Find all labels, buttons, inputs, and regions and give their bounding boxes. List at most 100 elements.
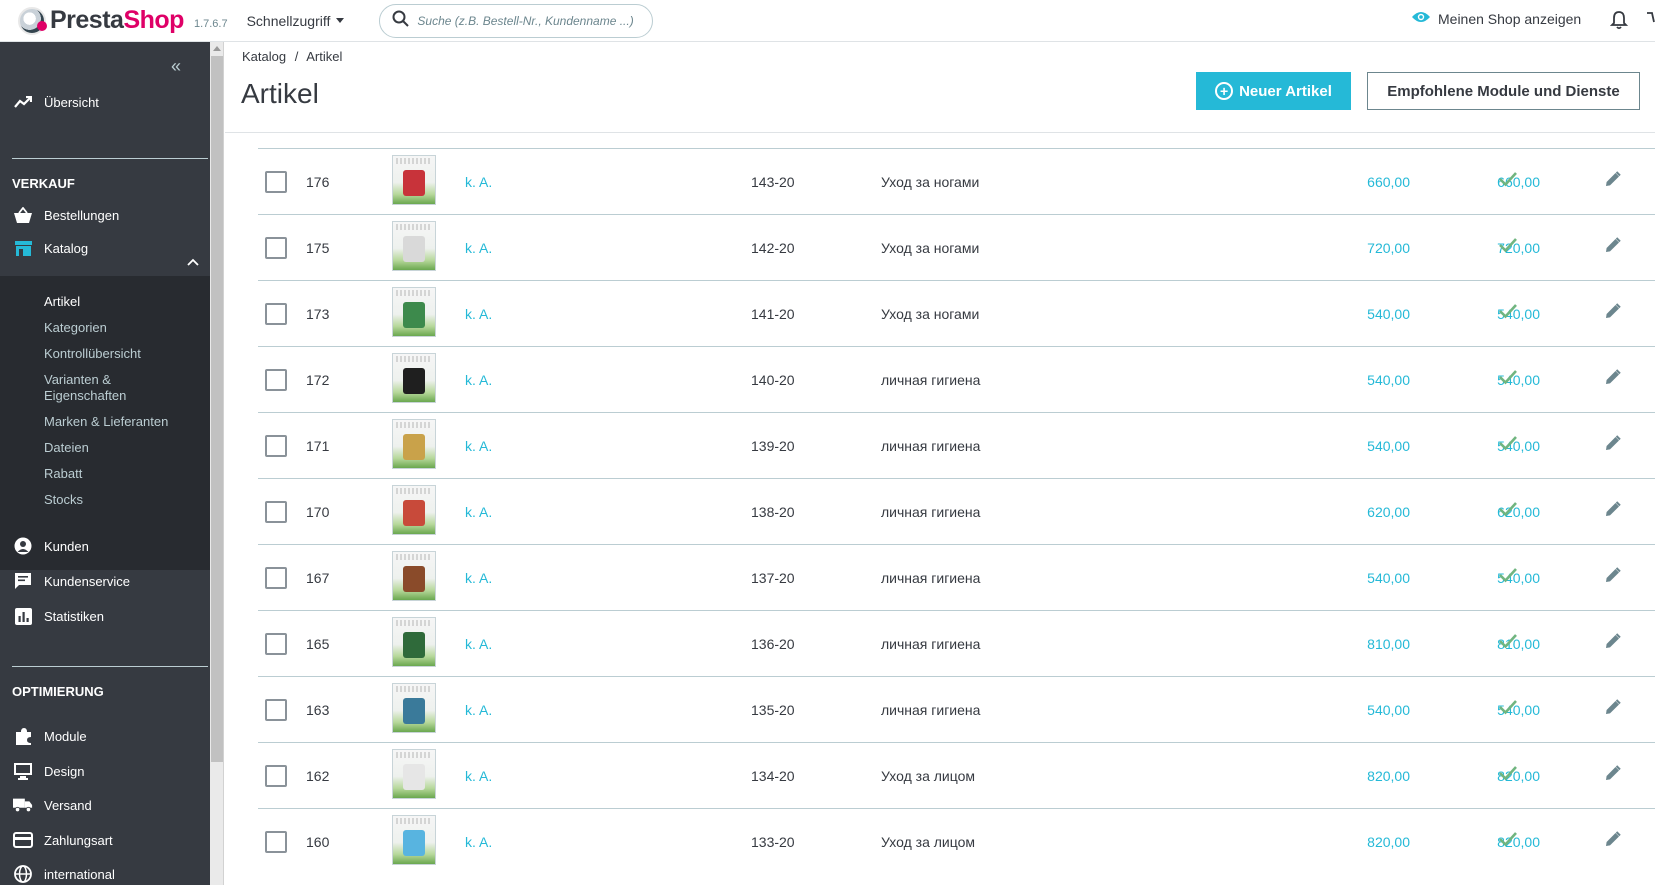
product-price-tax[interactable]: 540,00 bbox=[1450, 702, 1540, 718]
pencil-icon[interactable] bbox=[1604, 699, 1621, 721]
product-price[interactable]: 540,00 bbox=[1320, 372, 1410, 388]
product-name-link[interactable]: k. A. bbox=[465, 174, 492, 190]
submenu-item-attributes[interactable]: Varianten & bbox=[44, 372, 111, 388]
product-price-tax[interactable]: 540,00 bbox=[1450, 306, 1540, 322]
product-price[interactable]: 540,00 bbox=[1320, 570, 1410, 586]
product-name-link[interactable]: k. A. bbox=[465, 768, 492, 784]
submenu-item-stocks[interactable]: Stocks bbox=[44, 492, 83, 508]
pencil-icon[interactable] bbox=[1604, 633, 1621, 655]
product-price[interactable]: 820,00 bbox=[1320, 834, 1410, 850]
prestashop-logo[interactable]: PrestaShop bbox=[18, 6, 184, 35]
product-thumbnail[interactable] bbox=[392, 683, 436, 733]
product-price[interactable]: 720,00 bbox=[1320, 240, 1410, 256]
pencil-icon[interactable] bbox=[1604, 831, 1621, 853]
sidebar-item-international[interactable]: international bbox=[0, 862, 210, 885]
product-name-link[interactable]: k. A. bbox=[465, 306, 492, 322]
check-icon[interactable] bbox=[1498, 633, 1518, 654]
check-icon[interactable] bbox=[1498, 699, 1518, 720]
product-name-link[interactable]: k. A. bbox=[465, 636, 492, 652]
product-thumbnail[interactable] bbox=[392, 353, 436, 403]
pencil-icon[interactable] bbox=[1604, 501, 1621, 523]
row-checkbox[interactable] bbox=[265, 303, 287, 325]
table-row[interactable]: 171 k. A. 139-20 личная гигиена 540,00 5… bbox=[258, 412, 1655, 478]
check-icon[interactable] bbox=[1498, 369, 1518, 390]
product-thumbnail[interactable] bbox=[392, 419, 436, 469]
product-name-link[interactable]: k. A. bbox=[465, 834, 492, 850]
product-name-link[interactable]: k. A. bbox=[465, 438, 492, 454]
table-row[interactable]: 167 k. A. 137-20 личная гигиена 540,00 5… bbox=[258, 544, 1655, 610]
table-row[interactable]: 165 k. A. 136-20 личная гигиена 810,00 8… bbox=[258, 610, 1655, 676]
search-input[interactable] bbox=[417, 13, 643, 28]
check-icon[interactable] bbox=[1498, 303, 1518, 324]
recommended-modules-button[interactable]: Empfohlene Module und Dienste bbox=[1367, 72, 1640, 110]
pencil-icon[interactable] bbox=[1604, 171, 1621, 193]
row-checkbox[interactable] bbox=[265, 435, 287, 457]
table-row[interactable]: 162 k. A. 134-20 Уход за лицом 820,00 82… bbox=[258, 742, 1655, 808]
product-price-tax[interactable]: 620,00 bbox=[1450, 504, 1540, 520]
row-checkbox[interactable] bbox=[265, 567, 287, 589]
sidebar-item-customers[interactable]: Kunden bbox=[0, 534, 210, 558]
pencil-icon[interactable] bbox=[1604, 303, 1621, 325]
table-row[interactable]: 172 k. A. 140-20 личная гигиена 540,00 5… bbox=[258, 346, 1655, 412]
submenu-item-discounts[interactable]: Rabatt bbox=[44, 466, 82, 482]
row-checkbox[interactable] bbox=[265, 765, 287, 787]
product-price-tax[interactable]: 540,00 bbox=[1450, 372, 1540, 388]
sidebar-item-modules[interactable]: Module bbox=[0, 724, 210, 748]
collapse-sidebar-icon[interactable]: « bbox=[171, 56, 181, 77]
product-name-link[interactable]: k. A. bbox=[465, 570, 492, 586]
product-price[interactable]: 540,00 bbox=[1320, 438, 1410, 454]
product-price-tax[interactable]: 540,00 bbox=[1450, 570, 1540, 586]
product-price[interactable]: 540,00 bbox=[1320, 702, 1410, 718]
pencil-icon[interactable] bbox=[1604, 435, 1621, 457]
product-price-tax[interactable]: 720,00 bbox=[1450, 240, 1540, 256]
check-icon[interactable] bbox=[1498, 831, 1518, 852]
row-checkbox[interactable] bbox=[265, 171, 287, 193]
row-checkbox[interactable] bbox=[265, 831, 287, 853]
pencil-icon[interactable] bbox=[1604, 567, 1621, 589]
pencil-icon[interactable] bbox=[1604, 765, 1621, 787]
bell-icon[interactable] bbox=[1609, 10, 1629, 35]
product-name-link[interactable]: k. A. bbox=[465, 504, 492, 520]
product-price[interactable]: 810,00 bbox=[1320, 636, 1410, 652]
sidebar-item-orders[interactable]: Bestellungen bbox=[0, 203, 210, 227]
new-product-button[interactable]: + Neuer Artikel bbox=[1196, 72, 1351, 110]
product-price[interactable]: 620,00 bbox=[1320, 504, 1410, 520]
pencil-icon[interactable] bbox=[1604, 369, 1621, 391]
sidebar-item-payment[interactable]: Zahlungsart bbox=[0, 828, 210, 852]
submenu-item-categories[interactable]: Kategorien bbox=[44, 320, 107, 336]
submenu-item-brands[interactable]: Marken & Lieferanten bbox=[44, 414, 168, 430]
quick-access-dropdown[interactable]: Schnellzugriff bbox=[247, 13, 345, 29]
check-icon[interactable] bbox=[1498, 435, 1518, 456]
product-thumbnail[interactable] bbox=[392, 287, 436, 337]
check-icon[interactable] bbox=[1498, 501, 1518, 522]
product-thumbnail[interactable] bbox=[392, 221, 436, 271]
check-icon[interactable] bbox=[1498, 567, 1518, 588]
product-thumbnail[interactable] bbox=[392, 551, 436, 601]
product-price-tax[interactable]: 810,00 bbox=[1450, 636, 1540, 652]
scrollbar-thumb[interactable] bbox=[211, 56, 223, 762]
submenu-item-products[interactable]: Artikel bbox=[44, 294, 80, 310]
submenu-item-files[interactable]: Dateien bbox=[44, 440, 89, 456]
scroll-up-arrow-icon[interactable] bbox=[213, 46, 221, 51]
table-row[interactable]: 173 k. A. 141-20 Уход за ногами 540,00 5… bbox=[258, 280, 1655, 346]
sidebar-item-shipping[interactable]: Versand bbox=[0, 793, 210, 817]
product-price[interactable]: 660,00 bbox=[1320, 174, 1410, 190]
product-price-tax[interactable]: 660,00 bbox=[1450, 174, 1540, 190]
product-name-link[interactable]: k. A. bbox=[465, 240, 492, 256]
product-name-link[interactable]: k. A. bbox=[465, 372, 492, 388]
product-price-tax[interactable]: 820,00 bbox=[1450, 768, 1540, 784]
check-icon[interactable] bbox=[1498, 765, 1518, 786]
table-row[interactable]: 175 k. A. 142-20 Уход за ногами 720,00 7… bbox=[258, 214, 1655, 280]
product-name-link[interactable]: k. A. bbox=[465, 702, 492, 718]
product-price[interactable]: 820,00 bbox=[1320, 768, 1410, 784]
check-icon[interactable] bbox=[1498, 237, 1518, 258]
sidebar-item-catalog[interactable]: Katalog bbox=[0, 236, 210, 260]
product-price-tax[interactable]: 820,00 bbox=[1450, 834, 1540, 850]
submenu-item-monitoring[interactable]: Kontrollübersicht bbox=[44, 346, 141, 362]
table-row[interactable]: 160 k. A. 133-20 Уход за лицом 820,00 82… bbox=[258, 808, 1655, 874]
product-thumbnail[interactable] bbox=[392, 617, 436, 667]
check-icon[interactable] bbox=[1498, 171, 1518, 192]
product-thumbnail[interactable] bbox=[392, 815, 436, 865]
row-checkbox[interactable] bbox=[265, 633, 287, 655]
product-price[interactable]: 540,00 bbox=[1320, 306, 1410, 322]
